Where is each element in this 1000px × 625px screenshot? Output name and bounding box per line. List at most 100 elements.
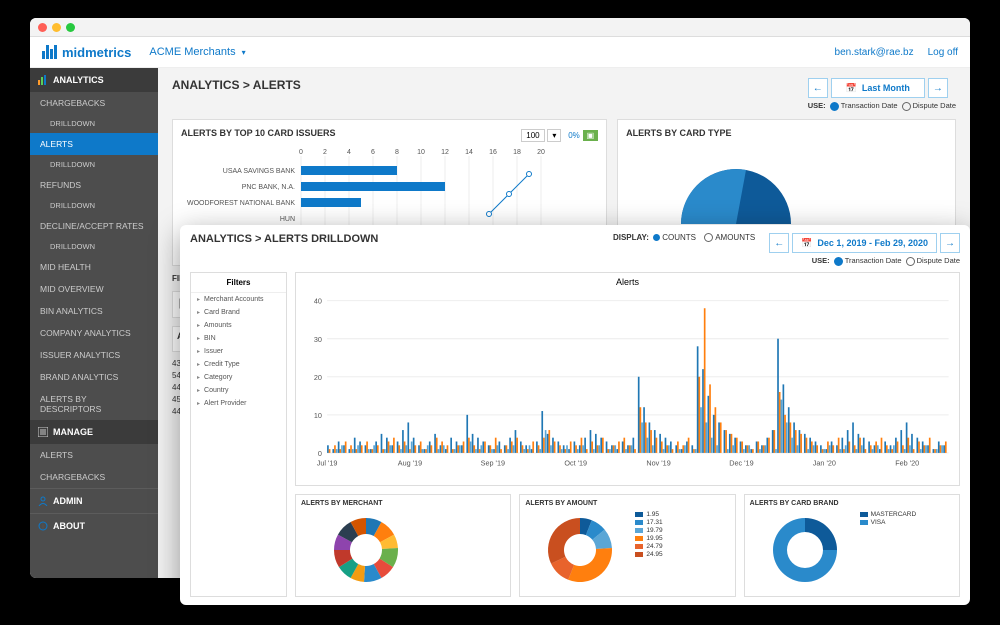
use-toggle: USE: Transaction Date Dispute Date [808, 101, 956, 111]
radio-amounts[interactable] [704, 233, 713, 242]
sidebar-sub-drilldown[interactable]: DRILLDOWN [30, 114, 158, 133]
sidebar-item-manage-chargebacks[interactable]: CHARGEBACKS [30, 466, 158, 488]
brand-logo: midmetrics [42, 45, 131, 60]
svg-text:HUN: HUN [280, 216, 295, 223]
date-control: ← 📅 Last Month → USE: Transaction Date D… [808, 78, 956, 111]
radio-counts[interactable] [653, 234, 660, 241]
date-range-button[interactable]: 📅 Dec 1, 2019 - Feb 29, 2020 [792, 233, 937, 253]
use-opt-label: Transaction Date [841, 101, 898, 110]
sidebar-item-mid-overview[interactable]: MID OVERVIEW [30, 278, 158, 300]
panel-alerts-by-amount: ALERTS BY AMOUNT 1.9517.3119.7919.9524.7… [519, 494, 735, 597]
donut-amount [525, 510, 635, 588]
close-icon[interactable] [38, 23, 47, 32]
svg-text:10: 10 [314, 410, 322, 419]
user-email-link[interactable]: ben.stark@rae.bz [835, 47, 914, 58]
sidebar-section-analytics[interactable]: ANALYTICS [30, 68, 158, 92]
sidebar-section-label: ANALYTICS [53, 75, 104, 85]
use-label: USE: [808, 101, 826, 110]
date-control: ← 📅 Dec 1, 2019 - Feb 29, 2020 → USE: Tr… [769, 233, 960, 266]
radio-dispute-date[interactable] [902, 102, 911, 111]
filter-item[interactable]: Country [191, 384, 286, 397]
sidebar-item-company-analytics[interactable]: COMPANY ANALYTICS [30, 322, 158, 344]
svg-text:20: 20 [537, 149, 545, 156]
date-next-button[interactable]: → [940, 233, 960, 253]
window-alerts-drilldown: ANALYTICS > ALERTS DRILLDOWN DISPLAY: CO… [180, 225, 970, 605]
filter-item[interactable]: Issuer [191, 345, 286, 358]
sidebar-item-manage-alerts[interactable]: ALERTS [30, 444, 158, 466]
chart-title: Alerts [296, 273, 959, 291]
sidebar-sub-drilldown[interactable]: DRILLDOWN [30, 196, 158, 215]
merchant-name: ACME Merchants [149, 46, 235, 58]
radio-transaction-date[interactable] [834, 257, 843, 266]
filter-item[interactable]: BIN [191, 332, 286, 345]
filter-item[interactable]: Credit Type [191, 358, 286, 371]
sidebar-item-mid-health[interactable]: MID HEALTH [30, 256, 158, 278]
sidebar-section-about[interactable]: i ABOUT [30, 513, 158, 538]
limit-select[interactable]: 100 [521, 129, 544, 142]
sidebar-item-alerts[interactable]: ALERTS [30, 133, 158, 155]
minimize-icon[interactable] [52, 23, 61, 32]
calendar-icon: 📅 [846, 83, 857, 94]
svg-text:Sep '19: Sep '19 [481, 458, 505, 467]
sidebar-item-refunds[interactable]: REFUNDS [30, 174, 158, 196]
svg-text:30: 30 [314, 334, 322, 343]
filter-item[interactable]: Card Brand [191, 306, 286, 319]
panel-title: ALERTS BY AMOUNT [525, 500, 729, 507]
filter-item[interactable]: Merchant Accounts [191, 293, 286, 306]
radio-transaction-date[interactable] [830, 102, 839, 111]
filter-item[interactable]: Alert Provider [191, 397, 286, 410]
brand-legend: MASTERCARDVISA [860, 510, 917, 588]
sidebar-section-admin[interactable]: ADMIN [30, 488, 158, 513]
percent-toggle[interactable]: 0% [568, 131, 580, 140]
panel-alerts-by-merchant: ALERTS BY MERCHANT [295, 494, 511, 597]
top-bar: midmetrics ACME Merchants ▾ ben.stark@ra… [30, 37, 970, 68]
sidebar-item-alerts-descriptors[interactable]: ALERTS BY DESCRIPTORS [30, 388, 158, 420]
amount-legend: 1.9517.3119.7919.9524.7924.95 [635, 510, 662, 588]
filter-item[interactable]: Amounts [191, 319, 286, 332]
svg-text:PNC BANK, N.A.: PNC BANK, N.A. [242, 184, 295, 191]
svg-text:0: 0 [299, 149, 303, 156]
maximize-icon[interactable] [66, 23, 75, 32]
sidebar-section-label: ADMIN [53, 496, 83, 506]
filter-item[interactable]: Category [191, 371, 286, 384]
radio-dispute-date[interactable] [906, 257, 915, 266]
date-prev-button[interactable]: ← [769, 233, 789, 253]
sidebar-section-label: MANAGE [53, 427, 93, 437]
sidebar-item-brand-analytics[interactable]: BRAND ANALYTICS [30, 366, 158, 388]
sidebar-sub-drilldown[interactable]: DRILLDOWN [30, 155, 158, 174]
svg-text:10: 10 [417, 149, 425, 156]
svg-text:6: 6 [371, 149, 375, 156]
svg-text:WOODFOREST NATIONAL BANK: WOODFOREST NATIONAL BANK [187, 200, 295, 207]
svg-text:8: 8 [395, 149, 399, 156]
sidebar: ANALYTICS CHARGEBACKS DRILLDOWN ALERTS D… [30, 68, 158, 578]
use-opt-label: Dispute Date [913, 101, 956, 110]
alerts-timeseries-chart: Alerts 010203040Jul '19Aug '19Sep '19Oct… [295, 272, 960, 486]
date-range-button[interactable]: 📅 Last Month [831, 78, 925, 98]
svg-text:Jul '19: Jul '19 [317, 458, 338, 467]
analytics-icon [38, 75, 48, 85]
date-next-button[interactable]: → [928, 78, 948, 98]
export-icon[interactable]: ▣ [583, 130, 599, 141]
logoff-link[interactable]: Log off [928, 47, 958, 58]
sidebar-sub-drilldown[interactable]: DRILLDOWN [30, 237, 158, 256]
date-prev-button[interactable]: ← [808, 78, 828, 98]
svg-text:i: i [42, 524, 44, 531]
logo-bars-icon [42, 45, 57, 59]
sidebar-item-issuer-analytics[interactable]: ISSUER ANALYTICS [30, 344, 158, 366]
sidebar-section-manage[interactable]: MANAGE [30, 420, 158, 444]
sidebar-item-chargebacks[interactable]: CHARGEBACKS [30, 92, 158, 114]
panel-title: ALERTS BY CARD TYPE [626, 128, 947, 138]
svg-text:Oct '19: Oct '19 [564, 458, 587, 467]
svg-text:0: 0 [318, 449, 322, 458]
use-opt-label: Transaction Date [845, 256, 902, 265]
breadcrumb: ANALYTICS > ALERTS [172, 78, 301, 92]
sidebar-item-bin-analytics[interactable]: BIN ANALYTICS [30, 300, 158, 322]
svg-text:16: 16 [489, 149, 497, 156]
chevron-down-icon[interactable]: ▾ [547, 129, 561, 142]
sidebar-item-decline-accept[interactable]: DECLINE/ACCEPT RATES [30, 215, 158, 237]
display-opt-label: AMOUNTS [715, 233, 755, 242]
merchant-selector[interactable]: ACME Merchants ▾ [149, 46, 245, 58]
donut-brand [750, 510, 860, 588]
manage-icon [38, 427, 48, 437]
use-label: USE: [812, 256, 830, 265]
